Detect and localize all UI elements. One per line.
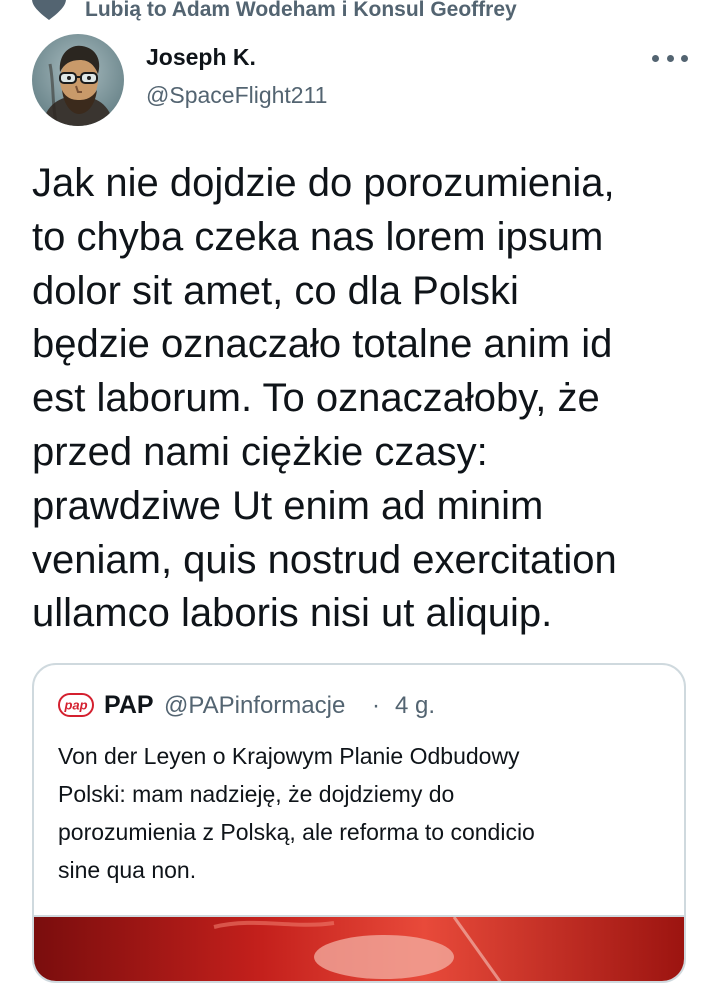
social-context-text[interactable]: Lubią to Adam Wodeham i Konsul Geoffrey [85,0,517,22]
quoted-timestamp[interactable]: 4 g. [395,692,435,720]
dot [666,54,674,62]
heart-icon [32,0,66,20]
quoted-media-preview[interactable] [34,915,684,981]
author-handle[interactable]: @SpaceFlight211 [146,82,327,109]
quoted-author-name: PAP [104,691,154,719]
quoted-author-handle: @PAPinformacje [164,692,346,719]
dot [681,54,688,62]
separator-dot: · [372,692,380,719]
media-image [34,916,684,981]
social-context: Lubią to Adam Wodeham i Konsul Geoffrey [0,0,720,28]
dot [652,54,659,62]
avatar[interactable] [32,34,124,126]
pap-logo-icon: pap [58,693,94,717]
pap-logo-text: pap [63,698,87,713]
quoted-tweet[interactable]: pap PAP @PAPinformacje · 4 g. Von der Le… [32,663,686,983]
more-options-icon[interactable] [652,46,688,70]
avatar-image [32,34,124,126]
author-name[interactable]: Joseph K. [146,44,256,71]
quoted-tweet-text: Von der Leyen o Krajowym Planie Odbudowy… [58,743,535,883]
tweet-text: Jak nie dojdzie do porozumienia, to chyb… [32,161,617,636]
